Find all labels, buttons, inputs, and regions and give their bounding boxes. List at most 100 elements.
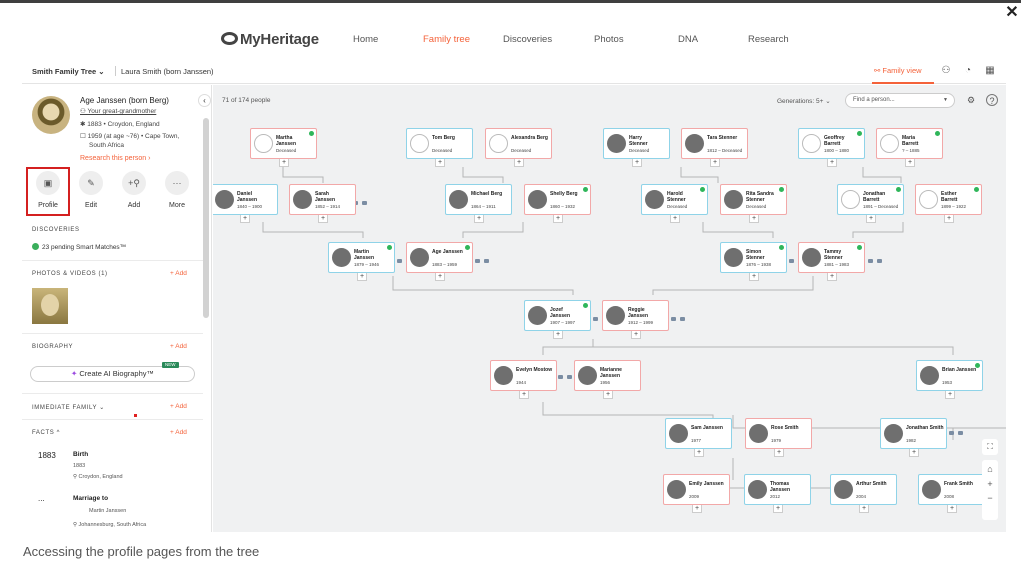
- person-card[interactable]: Thomas Janssen 2012 +: [744, 474, 811, 513]
- add-relative-icon[interactable]: +: [474, 215, 484, 223]
- add-relative-icon[interactable]: +: [859, 505, 869, 513]
- add-relative-icon[interactable]: +: [866, 215, 876, 223]
- person-card[interactable]: Michael Berg 1864 – 1911 +: [445, 184, 512, 223]
- person-card[interactable]: Harry Stenner Deceased +: [603, 128, 670, 167]
- nav-home[interactable]: Home: [353, 34, 378, 45]
- person-card[interactable]: Simon Stenner 1876 – 1938 +: [720, 242, 787, 281]
- person-card[interactable]: Marianne Janssen 1956 +: [574, 360, 641, 399]
- immediate-family-toggle[interactable]: IMMEDIATE FAMILY ⌄: [32, 404, 105, 411]
- create-ai-biography-button[interactable]: ✦ Create AI Biography™: [30, 366, 195, 382]
- add-relative-icon[interactable]: +: [435, 273, 445, 281]
- photo-thumbnail[interactable]: [32, 288, 68, 324]
- person-card[interactable]: Esther Barrett 1899 – 1922 +: [915, 184, 982, 223]
- person-card[interactable]: Sarah Janssen 1852 – 1914 +: [289, 184, 356, 223]
- nav-research[interactable]: Research: [748, 34, 789, 45]
- nav-photos[interactable]: Photos: [594, 34, 624, 45]
- add-relative-icon[interactable]: +: [632, 159, 642, 167]
- tree-selector[interactable]: Smith Family Tree ⌄: [32, 67, 105, 76]
- person-avatar: [724, 190, 743, 209]
- person-card[interactable]: Tom Berg Deceased +: [406, 128, 473, 167]
- nav-discoveries[interactable]: Discoveries: [503, 34, 552, 45]
- family-tree-canvas[interactable]: 71 of 174 people Generations: 5+ ⌄ Find …: [213, 85, 1006, 532]
- person-card[interactable]: Rita Sandra Stenner Deceased +: [720, 184, 787, 223]
- home-icon[interactable]: ⌂: [982, 464, 998, 474]
- person-card[interactable]: Martin Janssen 1879 – 1946 +: [328, 242, 395, 281]
- panel-scrollbar[interactable]: [203, 118, 209, 318]
- person-card[interactable]: Arthur Smith 2004 +: [830, 474, 897, 513]
- add-photo-button[interactable]: + Add: [170, 270, 187, 277]
- add-relative-icon[interactable]: +: [905, 159, 915, 167]
- add-relative-icon[interactable]: +: [710, 159, 720, 167]
- person-card[interactable]: Tara Stenner 1812 – Deceased +: [681, 128, 748, 167]
- person-card[interactable]: Geoffrey Barrett 1800 – 1880 +: [798, 128, 865, 167]
- add-relative-icon[interactable]: +: [944, 215, 954, 223]
- add-relative-icon[interactable]: +: [279, 159, 289, 167]
- add-relative-icon[interactable]: +: [603, 391, 613, 399]
- person-card[interactable]: Daniel Janssen 1840 – 1900 +: [213, 184, 278, 223]
- profile-avatar[interactable]: [32, 96, 70, 134]
- family-view-tab[interactable]: ⚯ Family view: [874, 66, 922, 75]
- add-relative-icon[interactable]: +: [514, 159, 524, 167]
- person-card[interactable]: Harold Stenner Deceased +: [641, 184, 708, 223]
- add-relative-icon[interactable]: +: [694, 449, 704, 457]
- add-relative-icon[interactable]: +: [827, 159, 837, 167]
- add-relative-icon[interactable]: +: [670, 215, 680, 223]
- collapse-panel-icon[interactable]: ‹: [198, 94, 211, 107]
- person-card[interactable]: Brian Janssen 1953 +: [916, 360, 983, 399]
- add-relative-icon[interactable]: +: [945, 391, 955, 399]
- person-card[interactable]: Emily Janssen 2009 +: [663, 474, 730, 513]
- research-link[interactable]: Research this person ›: [80, 155, 150, 162]
- add-relative-icon[interactable]: +: [774, 449, 784, 457]
- nav-dna[interactable]: DNA: [678, 34, 698, 45]
- add-relative-icon[interactable]: +: [909, 449, 919, 457]
- zoom-out-icon[interactable]: −: [982, 493, 998, 503]
- person-card[interactable]: Maria Barrett? – 1885 +: [876, 128, 943, 167]
- person-card[interactable]: Jozef Janssen 1907 – 1997 +: [524, 300, 591, 339]
- person-card[interactable]: Jonathan Smith 1982 +: [880, 418, 947, 457]
- relationship-link[interactable]: ⚇ Your great-grandmother: [80, 107, 156, 115]
- pedigree-view-icon[interactable]: ⚇: [940, 65, 952, 77]
- add-relative-icon[interactable]: +: [773, 505, 783, 513]
- zoom-in-icon[interactable]: +: [982, 479, 998, 489]
- add-relative-icon[interactable]: +: [357, 273, 367, 281]
- smart-matches-link[interactable]: 23 pending Smart Matches™: [32, 243, 126, 251]
- add-relative-icon[interactable]: +: [435, 159, 445, 167]
- person-card[interactable]: Tammy Stenner 1881 – 1983 +: [798, 242, 865, 281]
- person-card[interactable]: Shelly Berg 1860 – 1932 +: [524, 184, 591, 223]
- add-relative-icon[interactable]: +: [318, 215, 328, 223]
- person-card[interactable]: Jonathan Barrett 1891 – Deceased +: [837, 184, 904, 223]
- person-card[interactable]: Age Janssen 1883 – 1959 +: [406, 242, 473, 281]
- more-button[interactable]: ··· More: [162, 171, 192, 209]
- nav-family-tree[interactable]: Family tree: [423, 34, 470, 45]
- add-family-button[interactable]: + Add: [170, 403, 187, 410]
- add-relative-icon[interactable]: +: [749, 273, 759, 281]
- fit-screen-icon[interactable]: ⛶: [982, 439, 998, 455]
- root-person[interactable]: Laura Smith (born Janssen): [121, 67, 214, 76]
- add-relative-icon[interactable]: +: [692, 505, 702, 513]
- add-fact-button[interactable]: + Add: [170, 429, 187, 436]
- add-button[interactable]: +⚲ Add: [119, 171, 149, 209]
- spouse-link[interactable]: Martin Janssen: [89, 508, 126, 514]
- add-biography-button[interactable]: + Add: [170, 343, 187, 350]
- person-card[interactable]: Frank Smith 2008 +: [918, 474, 985, 513]
- person-card[interactable]: Rose Smith 1979 +: [745, 418, 812, 457]
- person-card[interactable]: Reggie Janssen 1912 – 1999 +: [602, 300, 669, 339]
- add-relative-icon[interactable]: +: [631, 331, 641, 339]
- add-relative-icon[interactable]: +: [827, 273, 837, 281]
- add-relative-icon[interactable]: +: [553, 331, 563, 339]
- add-relative-icon[interactable]: +: [749, 215, 759, 223]
- person-card[interactable]: Alexandra Berg Deceased +: [485, 128, 552, 167]
- add-relative-icon[interactable]: +: [947, 505, 957, 513]
- facts-toggle[interactable]: FACTS ^: [32, 430, 60, 436]
- close-icon[interactable]: ✕: [1003, 4, 1021, 22]
- list-view-icon[interactable]: ▦: [984, 65, 996, 77]
- person-card[interactable]: Sam Janssen 1977 +: [665, 418, 732, 457]
- add-relative-icon[interactable]: +: [553, 215, 563, 223]
- add-relative-icon[interactable]: +: [240, 215, 250, 223]
- person-card[interactable]: Evelyn Mostow 1944 +: [490, 360, 557, 399]
- person-card[interactable]: Martha Janssen Deceased +: [250, 128, 317, 167]
- fan-view-icon[interactable]: ◔: [962, 65, 974, 77]
- logo[interactable]: MyHeritage: [221, 31, 319, 48]
- edit-button[interactable]: ✎ Edit: [76, 171, 106, 209]
- add-relative-icon[interactable]: +: [519, 391, 529, 399]
